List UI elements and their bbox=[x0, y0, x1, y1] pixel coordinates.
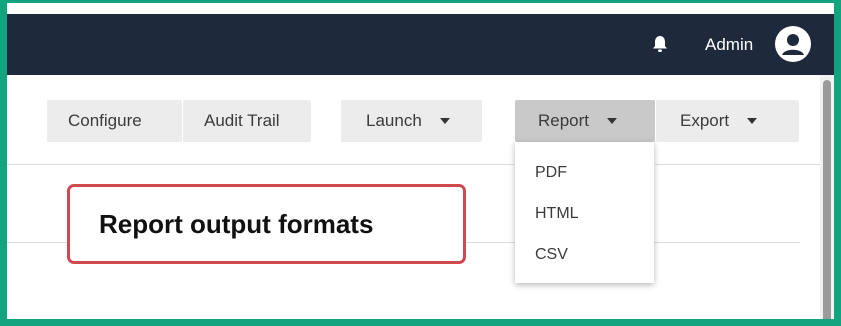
user-avatar-icon[interactable] bbox=[775, 26, 811, 62]
configure-button-label: Configure bbox=[68, 111, 142, 130]
configure-button[interactable]: Configure bbox=[47, 100, 182, 142]
toolbar-divider bbox=[7, 164, 514, 165]
menu-item-html[interactable]: HTML bbox=[515, 193, 654, 234]
report-button[interactable]: Report bbox=[515, 100, 655, 142]
launch-button-label: Launch bbox=[366, 111, 422, 130]
export-button[interactable]: Export bbox=[656, 100, 799, 142]
export-button-label: Export bbox=[680, 111, 730, 130]
audit-trail-button[interactable]: Audit Trail bbox=[183, 100, 311, 142]
scrollbar-thumb[interactable] bbox=[823, 80, 831, 319]
annotation-callout: Report output formats bbox=[67, 184, 466, 264]
screenshot-frame: Admin Configure Audit Trail Launch Repor… bbox=[0, 0, 841, 326]
user-name-label[interactable]: Admin bbox=[705, 35, 753, 55]
chevron-down-icon bbox=[439, 118, 450, 124]
report-format-menu: PDF HTML CSV bbox=[515, 142, 654, 283]
toolbar-divider bbox=[655, 164, 825, 165]
menu-item-pdf[interactable]: PDF bbox=[515, 152, 654, 193]
top-strip bbox=[7, 3, 834, 14]
annotation-callout-text: Report output formats bbox=[99, 208, 374, 239]
chevron-down-icon bbox=[607, 118, 618, 124]
audit-trail-button-label: Audit Trail bbox=[204, 111, 280, 130]
chevron-down-icon bbox=[747, 118, 758, 124]
launch-button[interactable]: Launch bbox=[341, 100, 482, 142]
vertical-scrollbar[interactable] bbox=[820, 75, 834, 319]
menu-item-csv[interactable]: CSV bbox=[515, 234, 654, 275]
bell-icon[interactable] bbox=[650, 34, 670, 54]
report-button-label: Report bbox=[538, 111, 590, 130]
